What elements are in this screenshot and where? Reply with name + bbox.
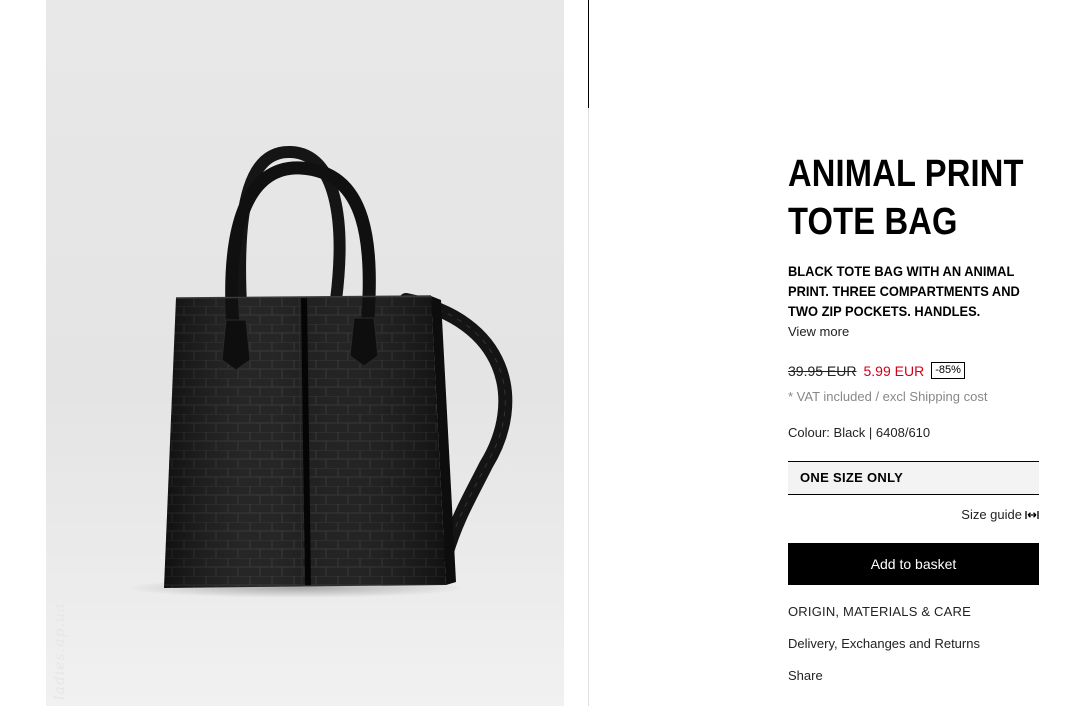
discount-badge: -85% — [931, 362, 965, 379]
size-guide-label: Size guide — [961, 507, 1022, 522]
price-row: 39.95 EUR 5.99 EUR -85% — [788, 362, 965, 379]
share-link[interactable]: Share — [788, 668, 823, 683]
size-guide-link[interactable]: Size guide — [961, 507, 1039, 522]
product-title-line2: TOTE BAG — [788, 201, 958, 243]
origin-materials-care-link[interactable]: ORIGIN, MATERIALS & CARE — [788, 604, 971, 619]
delivery-returns-link[interactable]: Delivery, Exchanges and Returns — [788, 636, 980, 651]
add-to-basket-button[interactable]: Add to basket — [788, 543, 1039, 585]
product-photo[interactable]: ladies.ap.ua — [46, 0, 564, 706]
product-description: BLACK TOTE BAG WITH AN ANIMAL PRINT. THR… — [788, 263, 1020, 319]
vat-note: * VAT included / excl Shipping cost — [788, 389, 988, 404]
size-selector[interactable]: ONE SIZE ONLY — [788, 461, 1039, 495]
product-title: ANIMAL PRINT TOTE BAG — [788, 150, 1039, 246]
product-title-line1: ANIMAL PRINT — [788, 153, 1024, 195]
view-more-link[interactable]: View more — [788, 324, 849, 339]
ruler-arrows-icon — [1025, 510, 1039, 519]
old-price: 39.95 EUR — [788, 362, 857, 379]
product-info-panel: ANIMAL PRINT TOTE BAG BLACK TOTE BAG WIT… — [788, 150, 1039, 683]
sale-price: 5.99 EUR — [863, 362, 925, 379]
watermark: ladies.ap.ua — [52, 602, 68, 700]
colour-info: Colour: Black | 6408/610 — [788, 425, 931, 440]
scroll-indicator — [588, 0, 589, 108]
tote-bag-image — [126, 145, 513, 598]
